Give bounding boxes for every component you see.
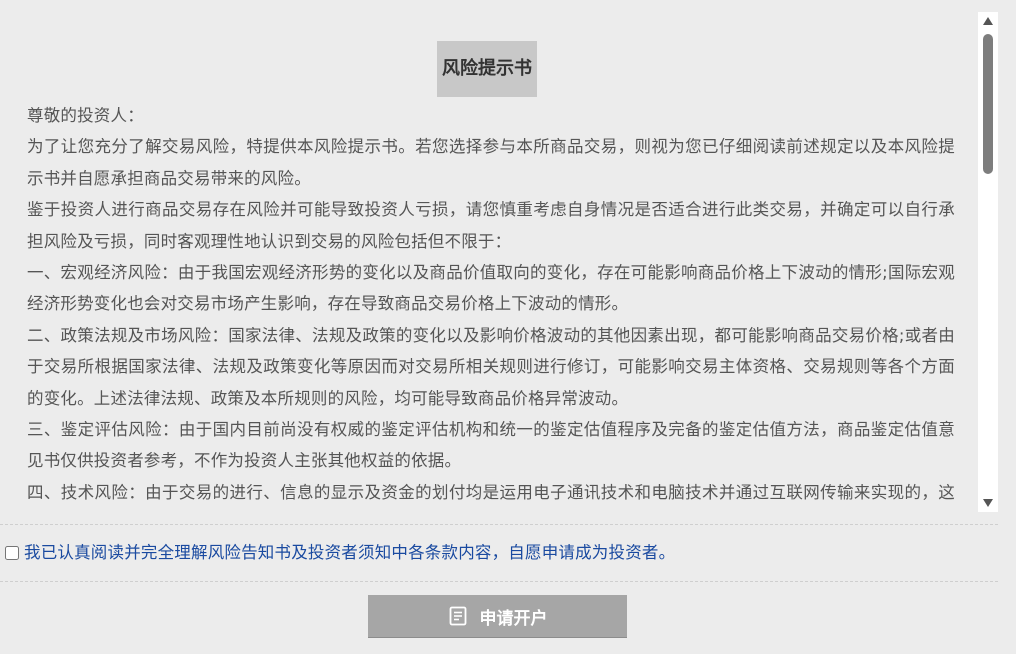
divider <box>0 581 998 582</box>
vertical-scrollbar[interactable] <box>978 12 998 512</box>
document-icon <box>449 606 466 626</box>
document-paragraph: 为了让您充分了解交易风险，特提供本风险提示书。若您选择参与本所商品交易，则视为您… <box>27 137 955 188</box>
open-account-button[interactable]: 申请开户 <box>368 595 627 638</box>
agreement-label[interactable]: 我已认真阅读并完全理解风险告知书及投资者须知中各条款内容，自愿申请成为投资者。 <box>24 540 675 566</box>
document-title: 风险提示书 <box>437 41 537 97</box>
scroll-up-arrow[interactable] <box>978 12 998 30</box>
triangle-up-icon <box>983 17 993 25</box>
open-account-label: 申请开户 <box>479 608 548 628</box>
scroll-down-arrow[interactable] <box>978 494 998 512</box>
document-paragraph: 尊敬的投资人： <box>27 106 144 125</box>
document-paragraph: 鉴于投资人进行商品交易存在风险并可能导致投资人亏损，请您慎重考虑自身情况是否适合… <box>27 200 955 251</box>
document-paragraph: 三、鉴定评估风险：由于国内目前尚没有权威的鉴定评估机构和统一的鉴定估值程序及完备… <box>27 420 955 471</box>
document-paragraph: 二、政策法规及市场风险：国家法律、法规及政策的变化以及影响价格波动的其他因素出现… <box>27 325 955 408</box>
document-paragraph: 四、技术风险：由于交易的进行、信息的显示及资金的划付均是运用电子通讯技术和电脑技… <box>27 482 955 502</box>
document-body: 尊敬的投资人： 为了让您充分了解交易风险，特提供本风险提示书。若您选择参与本所商… <box>27 100 955 510</box>
divider <box>0 524 998 525</box>
scrollbar-thumb[interactable] <box>983 34 993 174</box>
risk-disclosure-page: 风险提示书 尊敬的投资人： 为了让您充分了解交易风险，特提供本风险提示书。若您选… <box>0 0 1016 654</box>
agreement-row[interactable]: 我已认真阅读并完全理解风险告知书及投资者须知中各条款内容，自愿申请成为投资者。 <box>2 540 675 566</box>
triangle-down-icon <box>983 499 993 507</box>
risk-document-scroll-area[interactable]: 风险提示书 尊敬的投资人： 为了让您充分了解交易风险，特提供本风险提示书。若您选… <box>0 12 976 510</box>
document-paragraph: 一、宏观经济风险：由于我国宏观经济形势的变化以及商品价值取向的变化，存在可能影响… <box>27 263 955 314</box>
agreement-checkbox[interactable] <box>5 546 19 560</box>
